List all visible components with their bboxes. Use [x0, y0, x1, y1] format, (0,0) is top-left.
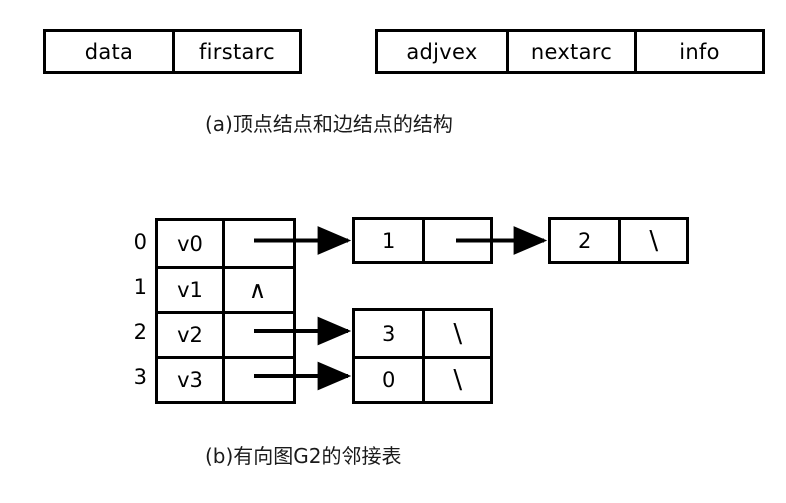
- vertex-pointer-v2: [225, 314, 290, 356]
- arc-node-field-nextarc: nextarc: [505, 32, 634, 71]
- arc-node-nextarc-null-v3: \: [422, 359, 490, 401]
- arc-node-field-adjvex: adjvex: [406, 39, 478, 64]
- arc-node-v2-3: 3 \: [355, 311, 490, 356]
- vertex-index-2: 2: [133, 320, 147, 344]
- table-row: v2: [158, 311, 293, 356]
- vertex-index-1: 1: [133, 275, 147, 299]
- arc-node-adjvex-0: 0: [382, 368, 396, 392]
- table-row: v3: [158, 356, 293, 401]
- arc-node-field-info: info: [633, 32, 762, 71]
- vertex-pointer-v1-null: ∧: [248, 276, 267, 304]
- arc-node-adjvex-2: 2: [578, 228, 592, 253]
- vertex-data-v1: v1: [158, 269, 225, 311]
- table-row: v1 ∧: [158, 266, 293, 311]
- table-row: v0: [158, 221, 293, 266]
- arc-node-nextarc-pointer: [422, 220, 490, 261]
- vertex-node-structure: data firstarc: [43, 29, 302, 74]
- vertex-data-v0: v0: [158, 221, 225, 266]
- arc-node-stack-v2-v3: 3 \ 0 \: [352, 308, 493, 404]
- vertex-node-field-firstarc: firstarc: [171, 32, 299, 71]
- vertex-data-v2: v2: [158, 314, 225, 356]
- arc-node-nextarc-null: \: [618, 220, 686, 261]
- vertex-pointer-v0: [225, 221, 290, 266]
- vertex-data-v3: v3: [158, 359, 225, 401]
- arc-node-v3-0: 0 \: [355, 356, 490, 401]
- arc-node-adjvex-1: 1: [382, 228, 396, 253]
- vertex-index-0: 0: [133, 230, 147, 254]
- diagram-canvas: data firstarc adjvex nextarc info (a)顶点结…: [0, 0, 786, 503]
- caption-part-a: (a)顶点结点和边结点的结构: [205, 112, 453, 136]
- caption-part-b: (b)有向图G2的邻接表: [205, 444, 402, 468]
- vertex-array-table: v0 v1 ∧ v2 v3: [155, 218, 296, 404]
- vertex-node-field-data: data: [84, 39, 134, 64]
- arc-node-adjvex-3: 3: [382, 321, 396, 346]
- vertex-pointer-v3: [225, 359, 290, 401]
- arc-node-v0-2: 2 \: [548, 217, 689, 264]
- arc-node-v0-1: 1: [352, 217, 493, 264]
- vertex-index-3: 3: [133, 365, 147, 389]
- arc-node-nextarc-null-v2: \: [422, 311, 490, 356]
- arc-node-structure: adjvex nextarc info: [375, 29, 765, 74]
